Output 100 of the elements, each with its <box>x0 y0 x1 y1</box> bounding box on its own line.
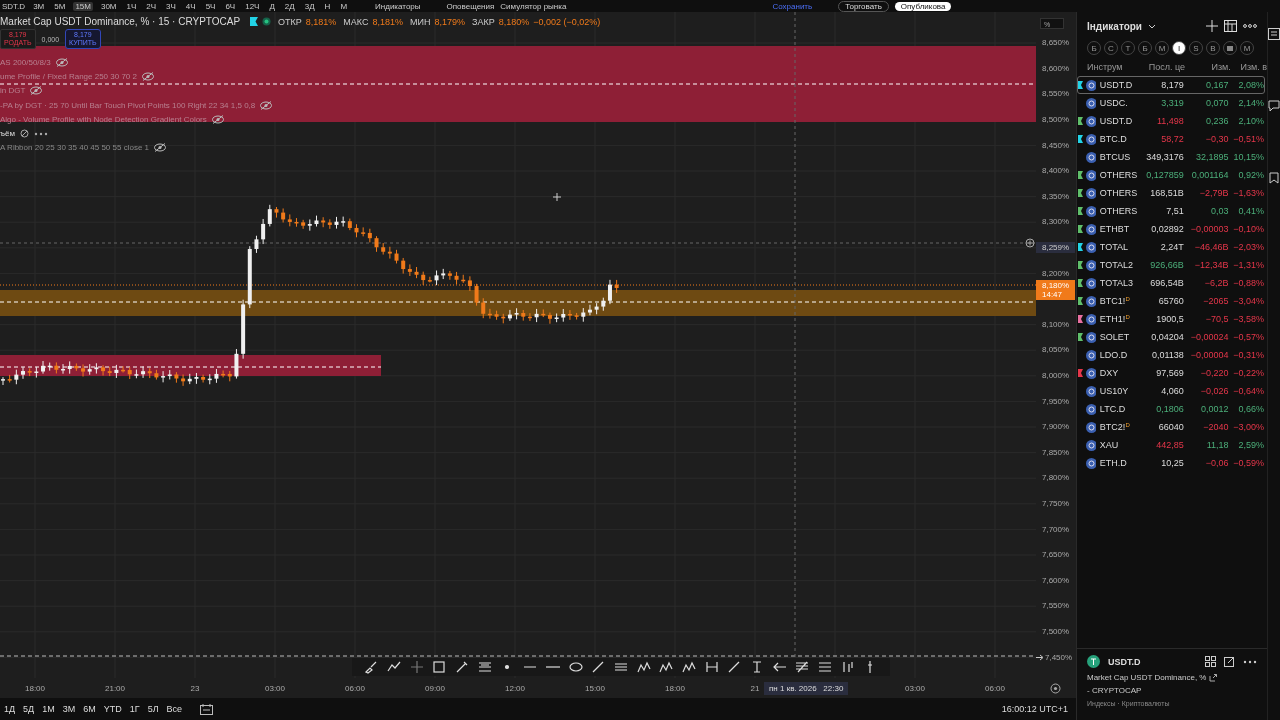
watchlist-row[interactable]: OTHERS 7,51 0,03 0,41% <box>1077 202 1265 220</box>
timeframe-button[interactable]: 5Ч <box>203 1 218 11</box>
column-header[interactable]: Посл. це <box>1137 62 1186 72</box>
watchlist-row[interactable]: TOTAL2 926,66B −12,34B −1,31% <box>1077 256 1265 274</box>
range-button[interactable]: 1Г <box>125 704 144 714</box>
watchlist-row[interactable]: DXY 97,569 −0,220 −0,22% <box>1077 364 1265 382</box>
zigzag-tool-icon[interactable] <box>636 660 651 674</box>
lines-tool-icon[interactable] <box>477 660 492 674</box>
more-icon[interactable] <box>33 131 48 136</box>
timeframe-button[interactable]: 15М <box>73 1 93 11</box>
column-header[interactable]: Изм. <box>1185 62 1231 72</box>
indicators-button[interactable]: Индикаторы <box>375 1 421 11</box>
grid-icon[interactable] <box>1205 656 1216 667</box>
flag-marker[interactable] <box>1078 369 1083 377</box>
list-icon[interactable] <box>1268 28 1280 40</box>
arrows-tool-icon[interactable] <box>772 660 787 674</box>
ellipse-tool-icon[interactable] <box>568 660 583 674</box>
range-button[interactable]: YTD <box>99 704 126 714</box>
range-button[interactable]: Все <box>162 704 187 714</box>
hidden-eye-icon[interactable] <box>260 100 273 110</box>
pen-tool-icon[interactable] <box>455 660 470 674</box>
hidden-eye-icon[interactable] <box>142 71 154 81</box>
watchlist-row[interactable]: US10Y 4,060 −0,026 −0,64% <box>1077 382 1265 400</box>
indicator-name[interactable]: ъём <box>0 129 15 139</box>
diag-tool-icon[interactable] <box>591 660 606 674</box>
timeframe-button[interactable]: Д <box>267 1 277 11</box>
watchlist-row[interactable]: TOTAL 2,24T −46,46B −2,03% <box>1077 238 1265 256</box>
watchlist-row[interactable]: USDC. 3,319 0,070 2,14% <box>1077 94 1265 112</box>
timeframe-button[interactable]: 12Ч <box>243 1 262 11</box>
watchlist-row[interactable]: OTHERS 0,127859 0,001164 0,92% <box>1077 166 1265 184</box>
watchlist-row[interactable]: LDO.D 0,01138 −0,00004 −0,31% <box>1077 346 1265 364</box>
watchlist-row[interactable]: SOLET 0,04204 −0,00024 −0,57% <box>1077 328 1265 346</box>
filter-chip[interactable]: I <box>1172 41 1186 55</box>
watchlist-row[interactable]: LTC.D 0,1806 0,0012 0,66% <box>1077 400 1265 418</box>
flag-marker[interactable] <box>1078 261 1083 269</box>
timeframe-button[interactable]: 4Ч <box>183 1 198 11</box>
range-button[interactable]: 1Д <box>0 704 20 714</box>
flag-marker[interactable] <box>1078 171 1083 179</box>
watchlist-row[interactable]: USDT.D 8,179 0,167 2,08% <box>1077 76 1265 94</box>
hidden-icon[interactable] <box>19 129 29 139</box>
diag-tool-icon[interactable] <box>727 660 742 674</box>
watchlist-row[interactable]: ETH1!$^{D}$ 1900,5 −70,5 −3,58% <box>1077 310 1265 328</box>
timeframe-button[interactable]: 1Ч <box>124 1 139 11</box>
brush-tool-icon[interactable] <box>364 660 379 674</box>
flag-marker[interactable] <box>1078 225 1083 233</box>
timeframe-button[interactable]: 3М <box>31 1 47 11</box>
symbol-name[interactable]: SDT.D <box>2 1 26 11</box>
settings-icon[interactable] <box>1050 683 1061 694</box>
watchlist-title[interactable]: Індикатори <box>1087 20 1142 32</box>
flag-marker[interactable] <box>1078 333 1083 341</box>
chat-icon[interactable] <box>1268 100 1280 112</box>
flag-marker[interactable] <box>1078 81 1083 89</box>
more-icon[interactable] <box>1243 24 1257 28</box>
timeframe-button[interactable]: 6Ч <box>223 1 238 11</box>
plus-icon[interactable] <box>1206 20 1218 32</box>
save-link[interactable]: Сохранить <box>772 1 813 11</box>
timeframe-button[interactable]: 5М <box>52 1 68 11</box>
range-button[interactable]: 3М <box>58 704 80 714</box>
range-button[interactable]: 6М <box>79 704 100 714</box>
column-header[interactable]: Изм. в <box>1230 62 1267 72</box>
bars-tool-icon[interactable] <box>840 660 855 674</box>
watchlist-row[interactable]: BTCUS 349,3176 32,1895 10,15% <box>1077 148 1265 166</box>
watchlist-row[interactable]: BTC1!$^{D}$ 65760 −2065 −3,04% <box>1077 292 1265 310</box>
alerts-button[interactable]: Оповещения <box>446 1 495 11</box>
publish-button[interactable]: Опубликова <box>894 1 952 11</box>
range-button[interactable]: 5Л <box>143 704 163 714</box>
hidden-eye-icon[interactable] <box>211 114 224 124</box>
range-button[interactable]: 5Д <box>19 704 39 714</box>
watchlist-row[interactable]: USDT.D 11,498 0,236 2,10% <box>1077 112 1265 130</box>
watchlist-row[interactable]: BTC.D 58,72 −0,30 −0,51% <box>1077 130 1265 148</box>
indicator-name[interactable]: A Ribbon 20 25 30 35 40 45 50 55 close 1 <box>0 143 149 153</box>
external-link-icon[interactable] <box>1209 673 1218 682</box>
add-circle-icon[interactable] <box>1025 238 1035 248</box>
path-tool-icon[interactable] <box>387 660 402 674</box>
hidden-eye-icon[interactable] <box>55 57 68 67</box>
hidden-eye-icon[interactable] <box>154 143 166 153</box>
range-button[interactable]: 1М <box>38 704 59 714</box>
flag-marker[interactable] <box>1078 243 1083 251</box>
flag-marker[interactable] <box>1078 279 1083 287</box>
more-icon[interactable] <box>1243 659 1257 664</box>
flag-marker[interactable] <box>1078 315 1083 323</box>
watchlist-row[interactable]: TOTAL3 696,54B −6,2B −0,88% <box>1077 274 1265 292</box>
zigzag-tool-icon[interactable] <box>681 660 696 674</box>
flag-marker[interactable] <box>1078 117 1083 125</box>
calendar-icon[interactable] <box>200 703 214 715</box>
flag-icon[interactable] <box>250 17 259 26</box>
caret-icon[interactable] <box>1148 23 1156 29</box>
watchlist-row[interactable]: ETH.D 10,25 −0,06 −0,59% <box>1077 454 1265 472</box>
rect-tool-icon[interactable] <box>432 660 447 674</box>
timeframe-button[interactable]: Н <box>322 1 333 11</box>
bookmark-icon[interactable] <box>1269 172 1279 184</box>
timeframe-button[interactable]: 30М <box>98 1 119 11</box>
watchlist-row[interactable]: OTHERS 168,51B −2,79B −1,63% <box>1077 184 1265 202</box>
timeframe-button[interactable]: 3Д <box>302 1 317 11</box>
hidden-eye-icon[interactable] <box>30 86 43 96</box>
watchlist-row[interactable]: ETHBT 0,02892 −0,00003 −0,10% <box>1077 220 1265 238</box>
timeframe-button[interactable]: 3Ч <box>164 1 178 11</box>
flag-marker[interactable] <box>1078 207 1083 215</box>
flag-marker[interactable] <box>1078 297 1083 305</box>
flag-marker[interactable] <box>1078 189 1083 197</box>
